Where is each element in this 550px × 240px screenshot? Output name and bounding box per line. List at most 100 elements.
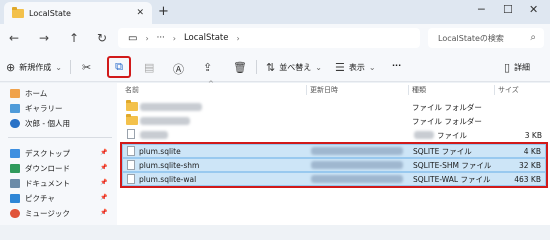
tab-localstate[interactable]: LocalState ✕ [4,2,152,24]
details-label: 詳細 [514,63,531,72]
table-row[interactable]: ファイル 3 KB [122,128,546,142]
minimize-button[interactable]: ─ [478,3,485,16]
sidebar-item-downloads[interactable]: ダウンロード [10,161,70,175]
sidebar-item-pictures[interactable]: ピクチャ [10,191,55,205]
desktop-icon [10,148,20,158]
pin-icon[interactable]: 📌 [100,209,107,216]
new-tab-button[interactable]: + [158,4,169,19]
details-button[interactable]: ▯ 詳細 [504,61,530,74]
search-icon: ⌕ [530,32,536,43]
music-icon [10,208,20,218]
pin-icon[interactable]: 📌 [100,194,107,201]
file-icon [127,129,135,139]
column-divider[interactable] [408,85,409,95]
blurred-name [140,131,168,139]
column-divider[interactable] [494,85,495,95]
back-button[interactable]: ← [9,31,19,45]
documents-icon [10,178,20,188]
share-icon: ⇪ [203,61,213,74]
folder-icon [126,100,138,111]
sort-arrow-icon: ^ [208,80,214,88]
column-header-size[interactable]: サイズ [498,85,519,95]
sidebar-item-documents[interactable]: ドキュメント [10,176,70,190]
column-divider[interactable] [306,85,307,95]
copy-icon: ⧉ [115,60,123,73]
close-tab-icon[interactable]: ✕ [136,8,144,18]
tab-title: LocalState [29,8,71,18]
search-input[interactable]: LocalStateの検索 ⌕ [428,28,544,48]
sidebar-item-music[interactable]: ミュージック [10,206,70,220]
computer-icon: ▭ [128,32,138,44]
sidebar-item-gallery[interactable]: ギャラリー [10,101,63,115]
copy-button[interactable]: ⧉ [107,56,131,78]
sidebar-item-label: ダウンロード [25,163,70,173]
download-icon [10,163,20,173]
scissors-icon: ✂ [82,61,92,74]
more-icon: ··· [392,61,402,70]
table-row[interactable]: ファイル フォルダー [122,114,546,128]
pin-icon[interactable]: 📌 [100,179,107,186]
file-type: ファイル [437,130,467,140]
cut-button[interactable]: ✂ [82,61,91,74]
sidebar-item-label: ミュージック [25,208,70,218]
sidebar-item-label: ホーム [25,88,48,98]
blurred-name [140,117,190,125]
pin-icon[interactable]: 📌 [100,149,107,156]
view-button[interactable]: ☰ 表示 ⌄ [335,61,376,74]
address-bar[interactable]: ▭ › ··· › LocalState › [118,28,420,48]
more-path-icon[interactable]: ··· [157,33,165,43]
folder-icon [12,6,24,18]
sidebar-item-label: ギャラリー [25,103,63,113]
table-row[interactable]: ファイル フォルダー [122,100,546,114]
view-icon: ☰ [335,61,345,74]
new-button[interactable]: ⊕ 新規作成 ⌄ [6,61,62,74]
onedrive-icon [10,118,20,128]
folder-icon [126,114,138,125]
gallery-icon [10,103,20,113]
paste-button[interactable]: ▤ [144,61,154,74]
column-header-modified[interactable]: 更新日時 [310,85,338,95]
rename-icon: Ⓐ [173,63,184,76]
trash-icon: 🗑 [233,61,247,74]
more-options-button[interactable]: ··· [392,61,401,70]
search-placeholder: LocalStateの検索 [438,33,504,43]
chevron-right-icon: › [172,33,176,43]
pin-icon[interactable]: 📌 [100,164,107,171]
sort-button[interactable]: ⇅ 並べ替え ⌄ [266,61,322,74]
divider [70,60,71,74]
delete-button[interactable]: 🗑 [233,61,247,74]
highlight-box [120,142,548,188]
maximize-button[interactable]: ☐ [503,3,513,16]
up-button[interactable]: ↑ [69,31,79,45]
file-type: ファイル フォルダー [412,116,482,126]
blurred-name [140,103,202,111]
chevron-down-icon: ⌄ [315,63,322,72]
sidebar-item-desktop[interactable]: デスクトップ [10,146,70,160]
address-path[interactable]: LocalState [184,33,229,43]
sidebar-item-label: デスクトップ [25,148,70,158]
divider [256,60,257,74]
paste-icon: ▤ [144,61,155,74]
plus-circle-icon: ⊕ [6,61,16,74]
pictures-icon [10,193,20,203]
chevron-down-icon: ⌄ [368,63,376,72]
sidebar-item-home[interactable]: ホーム [10,86,47,100]
rename-button[interactable]: Ⓐ [173,61,184,77]
column-header-name[interactable]: 名前 [125,85,139,95]
chevron-down-icon: ⌄ [55,63,62,72]
share-button[interactable]: ⇪ [203,61,212,74]
chevron-right-icon: › [236,33,240,43]
view-label: 表示 [348,63,365,72]
sidebar-item-label: ドキュメント [25,178,70,188]
blurred-type-prefix [414,131,434,139]
sidebar-item-onedrive[interactable]: 次郎 - 個人用 [10,116,70,130]
forward-button[interactable]: → [39,31,49,45]
divider [8,137,112,138]
close-window-button[interactable]: ✕ [529,3,538,16]
sort-icon: ⇅ [266,61,276,74]
sidebar-item-label: ピクチャ [25,193,55,203]
chevron-right-icon: › [145,33,149,43]
column-header-type[interactable]: 種類 [412,85,426,95]
refresh-button[interactable]: ↻ [97,31,107,45]
sidebar-item-label: 次郎 - 個人用 [25,118,70,128]
